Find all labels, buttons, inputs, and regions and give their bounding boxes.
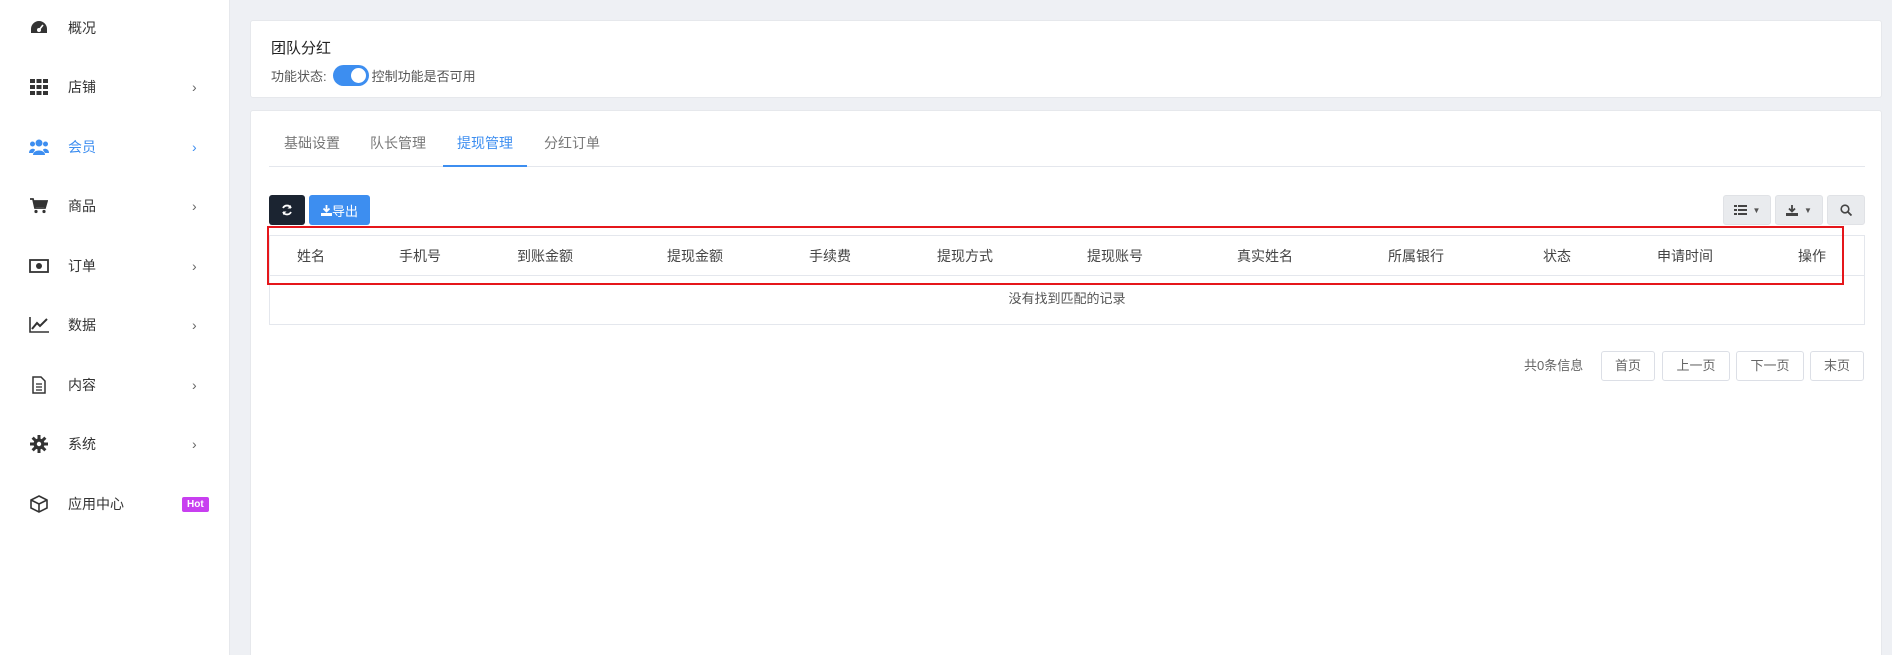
sidebar-item-label: 系统 (68, 436, 96, 452)
dashboard-icon (29, 18, 49, 38)
sidebar-item-content[interactable]: 内容 › (0, 365, 230, 405)
columns-toggle-button[interactable]: ▼ (1723, 195, 1771, 225)
column-header: 提现账号 (1087, 248, 1143, 264)
column-header: 状态 (1543, 248, 1571, 264)
column-header: 姓名 (297, 248, 325, 264)
sidebar-item-label: 商品 (68, 198, 96, 214)
status-label: 功能状态: (271, 69, 327, 84)
sidebar-item-overview[interactable]: 概况 (0, 8, 230, 48)
sidebar-item-members[interactable]: 会员 › (0, 127, 230, 167)
column-header: 手续费 (809, 248, 851, 264)
chart-icon (29, 315, 49, 335)
sidebar-item-orders[interactable]: 订单 › (0, 246, 230, 286)
first-page-button[interactable]: 首页 (1601, 351, 1655, 381)
column-header: 所属银行 (1388, 248, 1444, 264)
column-header: 提现方式 (937, 248, 993, 264)
main-panel: 基础设置 队长管理 提现管理 分红订单 导出 ▼ ▼ 姓名 手机号 到账金额 提… (250, 110, 1882, 655)
cube-icon (29, 494, 49, 514)
column-header: 申请时间 (1657, 248, 1713, 264)
toggle-description: 控制功能是否可用 (371, 69, 476, 84)
sidebar-item-data[interactable]: 数据 › (0, 305, 230, 345)
export-dropdown-button[interactable]: ▼ (1775, 195, 1823, 225)
sidebar-item-label: 会员 (68, 139, 96, 155)
status-row: 功能状态: 控制功能是否可用 (271, 65, 476, 86)
column-header: 操作 (1798, 248, 1826, 264)
tab-basic-settings[interactable]: 基础设置 (269, 125, 355, 167)
sidebar-item-label: 应用中心 (68, 496, 124, 512)
chevron-right-icon: › (192, 198, 197, 214)
download-icon (320, 204, 332, 216)
tab-captain-management[interactable]: 队长管理 (355, 125, 441, 167)
money-icon (29, 256, 49, 276)
grid-icon (29, 77, 49, 97)
sidebar: 概况 店铺 › 会员 › 商品 › 订单 › 数据 › 内容 › 系统 › 应用… (0, 0, 230, 655)
list-icon (1733, 205, 1747, 215)
hot-badge: Hot (182, 496, 209, 512)
chevron-right-icon: › (192, 258, 197, 274)
sidebar-item-app-center[interactable]: 应用中心 Hot (0, 484, 230, 524)
chevron-right-icon: › (192, 377, 197, 393)
chevron-right-icon: › (192, 436, 197, 452)
chevron-right-icon: › (192, 79, 197, 95)
users-icon (29, 137, 49, 157)
refresh-button[interactable] (269, 195, 305, 225)
column-header: 提现金额 (667, 248, 723, 264)
column-header: 手机号 (399, 248, 441, 264)
cart-icon (29, 196, 49, 216)
chevron-right-icon: › (192, 139, 197, 155)
pagination: 共0条信息 首页 上一页 下一页 末页 (251, 351, 1881, 381)
next-page-button[interactable]: 下一页 (1736, 351, 1804, 381)
sidebar-item-store[interactable]: 店铺 › (0, 67, 230, 107)
refresh-icon (282, 204, 292, 216)
search-button[interactable] (1827, 195, 1865, 225)
gear-icon (29, 434, 49, 454)
table-header: 姓名 手机号 到账金额 提现金额 手续费 提现方式 提现账号 真实姓名 所属银行… (270, 236, 1864, 276)
last-page-button[interactable]: 末页 (1810, 351, 1864, 381)
document-icon (29, 375, 49, 395)
sidebar-item-label: 订单 (68, 258, 96, 274)
withdrawal-table: 姓名 手机号 到账金额 提现金额 手续费 提现方式 提现账号 真实姓名 所属银行… (269, 235, 1865, 325)
prev-page-button[interactable]: 上一页 (1662, 351, 1730, 381)
record-count: 共0条信息 (1524, 358, 1584, 373)
caret-down-icon: ▼ (1752, 205, 1761, 215)
search-icon (1840, 204, 1852, 216)
sidebar-item-label: 概况 (68, 20, 96, 36)
feature-toggle[interactable] (332, 65, 369, 86)
sidebar-item-label: 内容 (68, 377, 96, 393)
sidebar-item-system[interactable]: 系统 › (0, 424, 230, 464)
header-panel: 团队分红 功能状态: 控制功能是否可用 (250, 20, 1882, 98)
export-button[interactable]: 导出 (309, 195, 370, 225)
column-header: 真实姓名 (1237, 248, 1293, 264)
sidebar-item-products[interactable]: 商品 › (0, 186, 230, 226)
download-icon (1786, 204, 1799, 216)
empty-state: 没有找到匹配的记录 (1008, 291, 1126, 306)
export-label: 导出 (331, 203, 358, 219)
tab-bar: 基础设置 队长管理 提现管理 分红订单 (269, 125, 1865, 167)
tab-withdrawal-management[interactable]: 提现管理 (443, 125, 527, 167)
sidebar-item-label: 数据 (68, 317, 96, 333)
page-title: 团队分红 (271, 40, 332, 57)
chevron-right-icon: › (192, 317, 197, 333)
caret-down-icon: ▼ (1804, 205, 1812, 215)
tab-dividend-orders[interactable]: 分红订单 (529, 125, 615, 167)
column-header: 到账金额 (517, 248, 573, 264)
sidebar-item-label: 店铺 (68, 79, 96, 95)
